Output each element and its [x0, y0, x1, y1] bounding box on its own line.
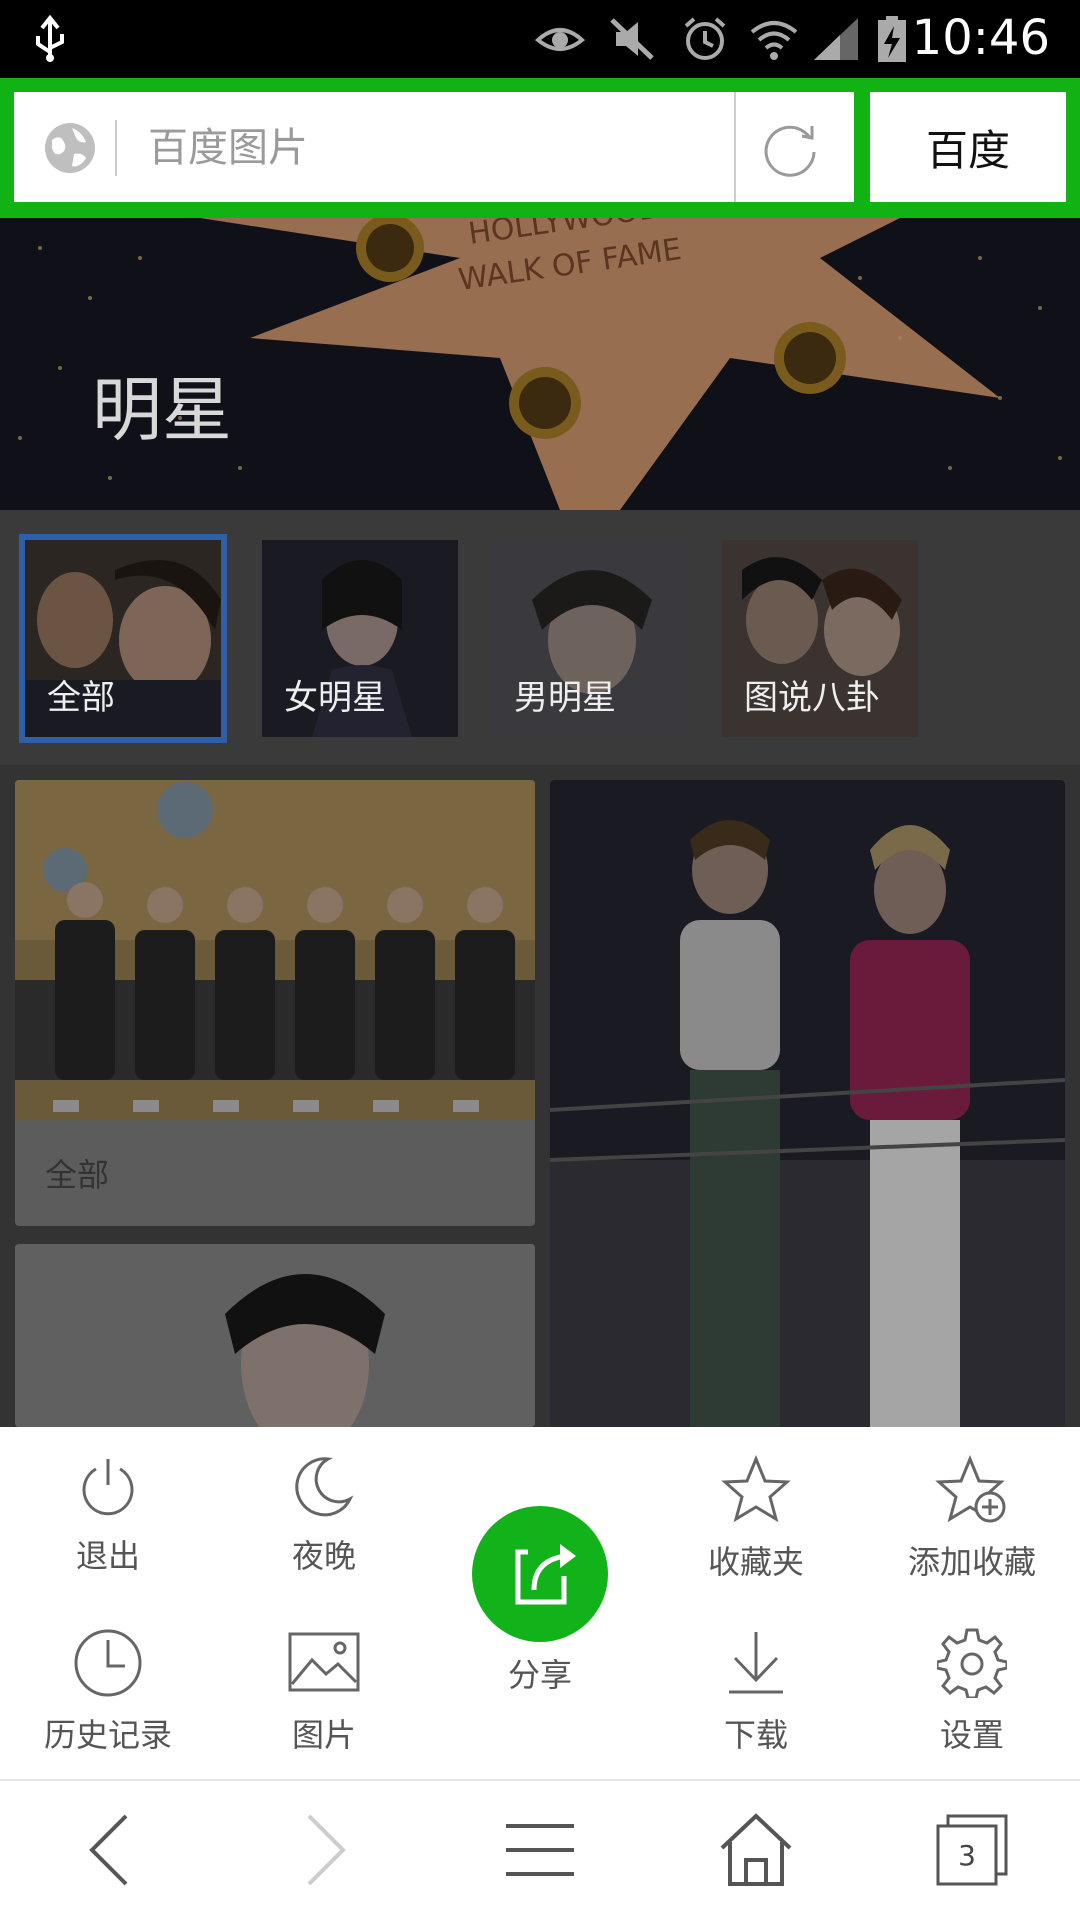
tabs-button[interactable]: 3	[934, 1812, 1010, 1888]
category-label: 女明星	[284, 678, 386, 718]
menu-add-favorite[interactable]: 添加收藏	[872, 1455, 1072, 1583]
mute-icon	[610, 18, 654, 60]
menu-download[interactable]: 下载	[656, 1628, 856, 1756]
menu-night-mode[interactable]: 夜晚	[224, 1455, 424, 1577]
back-icon[interactable]	[80, 1810, 140, 1890]
grid-card-portrait[interactable]	[15, 1244, 535, 1427]
menu-exit[interactable]: 退出	[8, 1455, 208, 1577]
url-text[interactable]: 百度图片	[148, 120, 308, 176]
grid-card-all[interactable]: 全部	[15, 780, 535, 1226]
battery-charging-icon	[878, 16, 906, 62]
home-icon[interactable]	[718, 1812, 794, 1888]
power-icon	[82, 1459, 134, 1516]
refresh-divider	[734, 92, 736, 202]
status-bar: 10:46	[0, 0, 1080, 78]
menu-icon[interactable]	[502, 1820, 578, 1880]
menu-label: 图片	[291, 1716, 356, 1754]
category-male-stars[interactable]: 男明星	[492, 540, 688, 737]
refresh-icon[interactable]	[758, 116, 822, 180]
category-all[interactable]: 全部	[19, 534, 227, 743]
menu-images[interactable]: 图片	[224, 1628, 424, 1756]
download-icon	[729, 1632, 783, 1694]
baidu-go-button[interactable]: 百度	[870, 92, 1066, 202]
clock-icon	[74, 1629, 142, 1697]
banner-title: 明星	[92, 369, 232, 451]
alarm-icon	[684, 17, 726, 60]
eye-icon	[534, 28, 586, 51]
category-female-stars[interactable]: 女明星	[262, 540, 458, 737]
menu-label: 添加收藏	[907, 1543, 1036, 1581]
menu-share-label-wrap[interactable]: 分享	[440, 1650, 640, 1696]
share-button[interactable]	[472, 1506, 608, 1642]
clock-time: 10:46	[911, 10, 1050, 66]
gear-icon	[937, 1628, 1007, 1698]
portrait-photo-image	[15, 1244, 535, 1427]
forward-icon[interactable]	[295, 1810, 355, 1890]
usb-icon	[36, 14, 64, 62]
signal-icon	[814, 18, 858, 60]
wifi-icon	[750, 21, 798, 60]
category-label: 男明星	[514, 678, 616, 718]
star-icon	[721, 1455, 791, 1523]
category-label: 图说八卦	[744, 678, 880, 718]
image-icon	[288, 1632, 360, 1692]
share-icon	[515, 1544, 576, 1605]
category-label: 全部	[47, 678, 115, 718]
menu-label: 退出	[75, 1537, 140, 1575]
globe-icon	[45, 123, 95, 173]
menu-settings[interactable]: 设置	[872, 1628, 1072, 1756]
menu-label: 分享	[507, 1656, 572, 1694]
concert-photo-image	[550, 780, 1065, 1427]
category-gossip[interactable]: 图说八卦	[722, 540, 918, 737]
menu-label: 夜晚	[291, 1537, 356, 1575]
menu-label: 下载	[723, 1716, 788, 1754]
moon-icon	[295, 1457, 354, 1517]
menu-label: 设置	[939, 1716, 1004, 1754]
tab-count: 3	[958, 1838, 976, 1872]
menu-favorites[interactable]: 收藏夹	[656, 1455, 856, 1583]
star-plus-icon	[935, 1455, 1006, 1523]
group-photo-image	[15, 780, 535, 1120]
url-divider	[115, 120, 117, 176]
menu-label: 历史记录	[43, 1716, 172, 1754]
banner-image: HOLLYWOOD WALK OF FAME	[0, 218, 1080, 510]
menu-history[interactable]: 历史记录	[8, 1628, 208, 1756]
grid-card-caption: 全部	[45, 1156, 110, 1194]
menu-label: 收藏夹	[707, 1543, 804, 1581]
grid-card-concert[interactable]	[550, 780, 1065, 1427]
url-box[interactable]	[14, 92, 854, 202]
walk-of-fame-star-image: HOLLYWOOD WALK OF FAME	[0, 218, 1080, 510]
